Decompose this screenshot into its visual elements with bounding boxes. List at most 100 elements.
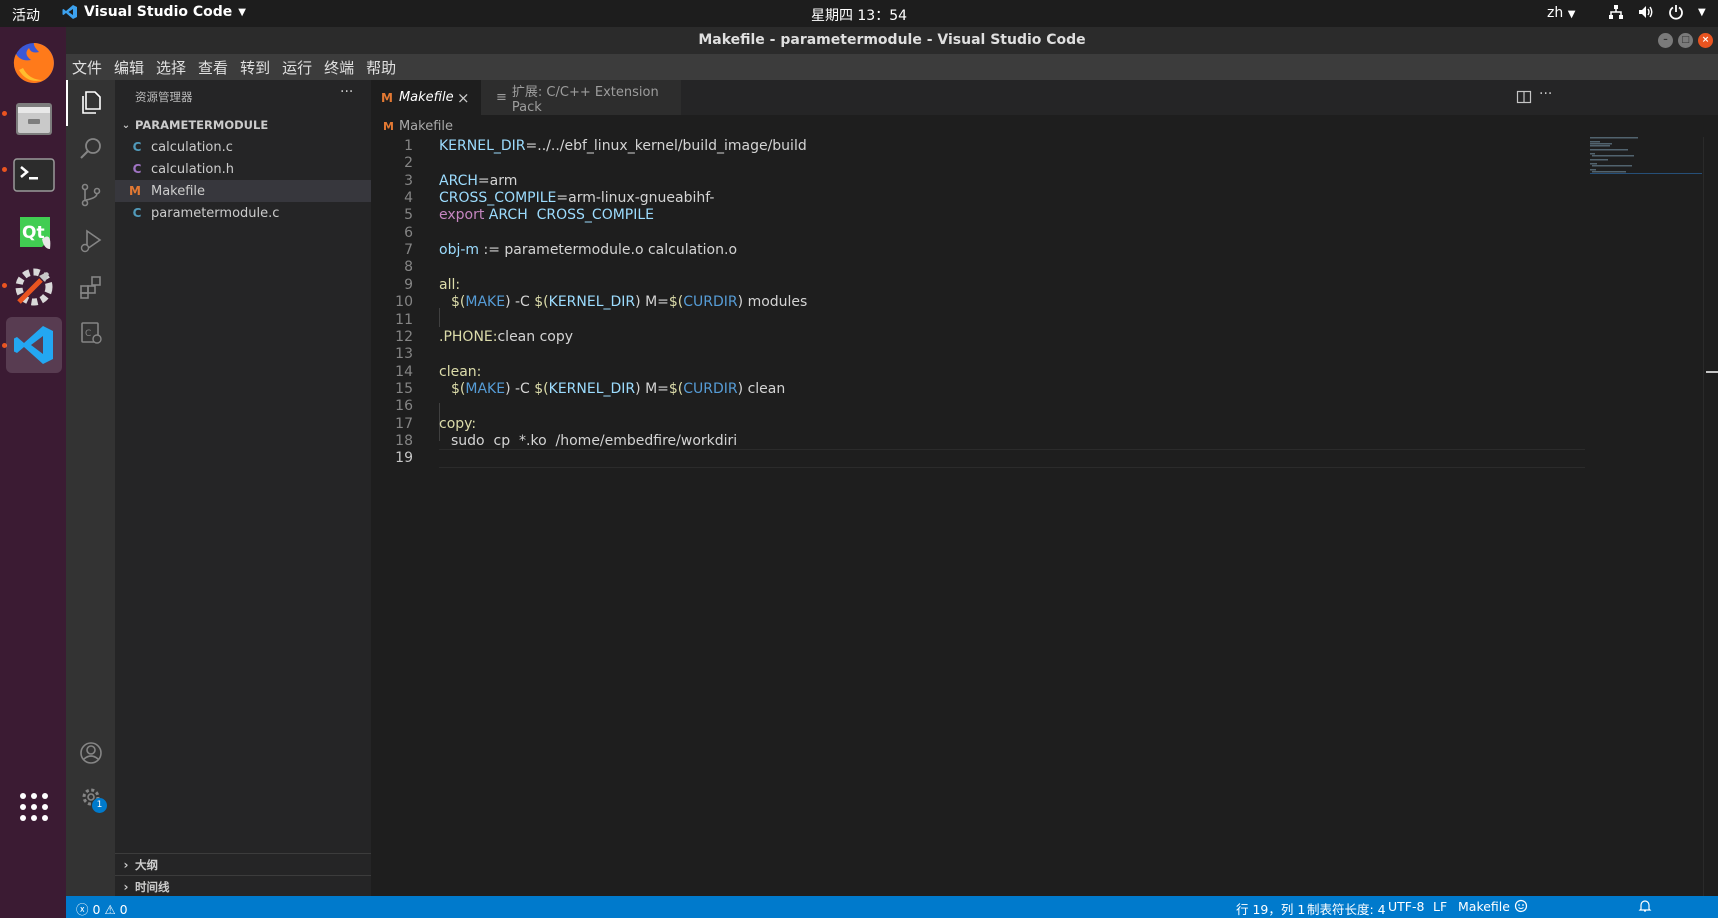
code-line: 11 bbox=[371, 311, 1591, 330]
code-token: $( bbox=[451, 294, 466, 311]
manage-gear-icon[interactable]: 1 bbox=[66, 774, 115, 820]
network-icon bbox=[1609, 5, 1623, 19]
source-control-icon[interactable] bbox=[66, 172, 115, 218]
account-icon[interactable] bbox=[66, 730, 115, 776]
warning-icon: ⚠ bbox=[104, 902, 116, 917]
code-line: 14 clean: bbox=[371, 363, 1591, 382]
code-editor[interactable]: 1 KERNEL_DIR=../../ebf_linux_kernel/build… bbox=[371, 137, 1718, 896]
maximize-button[interactable]: □ bbox=[1678, 33, 1693, 48]
code-token: ) -C bbox=[505, 294, 535, 311]
code-token: ) M= bbox=[635, 294, 669, 311]
close-tab-icon[interactable]: × bbox=[457, 89, 470, 107]
menu-selection[interactable]: 选择 bbox=[150, 57, 192, 78]
feedback-icon[interactable] bbox=[1514, 899, 1528, 916]
vscode-icon[interactable] bbox=[6, 317, 62, 373]
editor-tabs: M Makefile × ≡ 扩展: C/C++ Extension Pack … bbox=[371, 80, 1718, 115]
folder-header[interactable]: ⌄ PARAMETERMODULE bbox=[115, 114, 371, 136]
extensions-icon[interactable] bbox=[66, 264, 115, 310]
chevron-right-icon: › bbox=[123, 879, 129, 894]
code-token: ARCH CROSS_COMPILE bbox=[484, 207, 655, 224]
line-number: 4 bbox=[404, 190, 413, 207]
outline-section[interactable]: › 大纲 bbox=[115, 853, 371, 875]
menu-terminal[interactable]: 终端 bbox=[318, 57, 360, 78]
minimize-button[interactable]: – bbox=[1658, 33, 1673, 48]
chevron-down-icon: ▼ bbox=[238, 6, 246, 18]
clock[interactable]: 星期四 13：54 bbox=[811, 8, 907, 24]
code-token: clean copy bbox=[497, 328, 574, 345]
menu-help[interactable]: 帮助 bbox=[360, 57, 402, 78]
menu-view[interactable]: 查看 bbox=[192, 57, 234, 78]
remote-explorer-icon[interactable]: C bbox=[66, 310, 115, 356]
code-token: KERNEL_DIR bbox=[548, 294, 636, 311]
tab-size[interactable]: 制表符长度: 4 bbox=[1307, 899, 1386, 918]
file-calculation-h[interactable]: C calculation.h bbox=[115, 158, 371, 180]
line-number: 16 bbox=[395, 398, 413, 415]
input-method-indicator[interactable]: zh ▼ bbox=[1547, 5, 1575, 21]
settings-tool-icon[interactable] bbox=[6, 259, 62, 315]
file-parametermodule-c[interactable]: C parametermodule.c bbox=[115, 202, 371, 224]
line-number: 10 bbox=[395, 294, 413, 311]
apps-grid-icon[interactable] bbox=[6, 779, 62, 835]
encoding[interactable]: UTF-8 bbox=[1388, 899, 1424, 914]
menu-edit[interactable]: 编辑 bbox=[108, 57, 150, 78]
code-line: 6 bbox=[371, 224, 1591, 243]
line-number: 13 bbox=[395, 346, 413, 363]
svg-text:C: C bbox=[85, 329, 91, 339]
line-number: 19 bbox=[395, 450, 413, 467]
more-actions-icon[interactable]: ··· bbox=[1539, 86, 1552, 102]
end-of-line[interactable]: LF bbox=[1433, 899, 1447, 914]
cursor-position[interactable]: 行 19，列 1 bbox=[1236, 899, 1305, 918]
menu-run[interactable]: 运行 bbox=[276, 57, 318, 78]
menu-go[interactable]: 转到 bbox=[234, 57, 276, 78]
window-titlebar[interactable]: Makefile - parametermodule - Visual Stud… bbox=[66, 27, 1718, 54]
file-calculation-c[interactable]: C calculation.c bbox=[115, 136, 371, 158]
run-debug-icon[interactable] bbox=[66, 218, 115, 264]
explorer-icon[interactable] bbox=[66, 80, 115, 126]
minimap[interactable] bbox=[1590, 137, 1702, 237]
current-code-line: 19 bbox=[371, 449, 1591, 469]
svg-text:Qt: Qt bbox=[22, 223, 45, 243]
code-line: 5 export ARCH CROSS_COMPILE bbox=[371, 206, 1591, 225]
app-menu[interactable]: Visual Studio Code ▼ bbox=[62, 4, 246, 20]
code-token: ) M= bbox=[635, 380, 669, 397]
current-line-highlight bbox=[439, 449, 1585, 469]
code-line: 8 bbox=[371, 258, 1591, 277]
activities-button[interactable]: 活动 bbox=[12, 5, 40, 25]
warning-count: 0 bbox=[119, 902, 128, 917]
file-makefile[interactable]: M Makefile bbox=[115, 180, 371, 202]
code-token: CROSS_COMPILE bbox=[439, 190, 557, 207]
volume-icon bbox=[1639, 6, 1653, 18]
timeline-section[interactable]: › 时间线 bbox=[115, 875, 371, 897]
more-actions-icon[interactable]: ··· bbox=[340, 84, 353, 100]
scroll-position-marker bbox=[1706, 371, 1718, 373]
extension-tab-icon: ≡ bbox=[496, 90, 507, 105]
system-tray[interactable]: ▼ bbox=[1608, 4, 1706, 20]
close-window-button[interactable]: × bbox=[1698, 33, 1713, 48]
language-mode[interactable]: Makefile bbox=[1458, 899, 1510, 914]
code-token: copy: bbox=[439, 415, 477, 432]
vertical-scrollbar[interactable] bbox=[1703, 137, 1718, 896]
search-icon[interactable] bbox=[66, 126, 115, 172]
line-number: 7 bbox=[404, 242, 413, 259]
file-name: calculation.c bbox=[151, 139, 233, 155]
code-token: ARCH bbox=[439, 172, 478, 189]
menu-file[interactable]: 文件 bbox=[66, 57, 108, 78]
problems-indicator[interactable]: ⓧ 0 ⚠ 0 bbox=[76, 899, 128, 918]
qt-creator-icon[interactable]: Qt bbox=[6, 203, 62, 259]
code-token: $( bbox=[534, 294, 549, 311]
tab-makefile[interactable]: M Makefile × bbox=[371, 80, 481, 115]
line-number: 6 bbox=[404, 224, 413, 241]
code-line: 13 bbox=[371, 345, 1591, 364]
code-token: =arm bbox=[477, 172, 518, 189]
code-token: export bbox=[439, 207, 485, 224]
status-bar: ⓧ 0 ⚠ 0 行 19，列 1 制表符长度: 4 UTF-8 LF Makef… bbox=[66, 896, 1718, 918]
file-name: Makefile bbox=[151, 183, 206, 199]
error-count: 0 bbox=[92, 902, 101, 917]
firefox-icon[interactable] bbox=[6, 35, 62, 91]
notifications-bell-icon[interactable] bbox=[1638, 899, 1652, 916]
tab-extension-pack[interactable]: ≡ 扩展: C/C++ Extension Pack bbox=[481, 80, 681, 115]
split-editor-icon[interactable] bbox=[1516, 89, 1532, 109]
files-icon[interactable] bbox=[6, 91, 62, 147]
h-file-icon: C bbox=[132, 162, 142, 176]
terminal-icon[interactable] bbox=[6, 147, 62, 203]
